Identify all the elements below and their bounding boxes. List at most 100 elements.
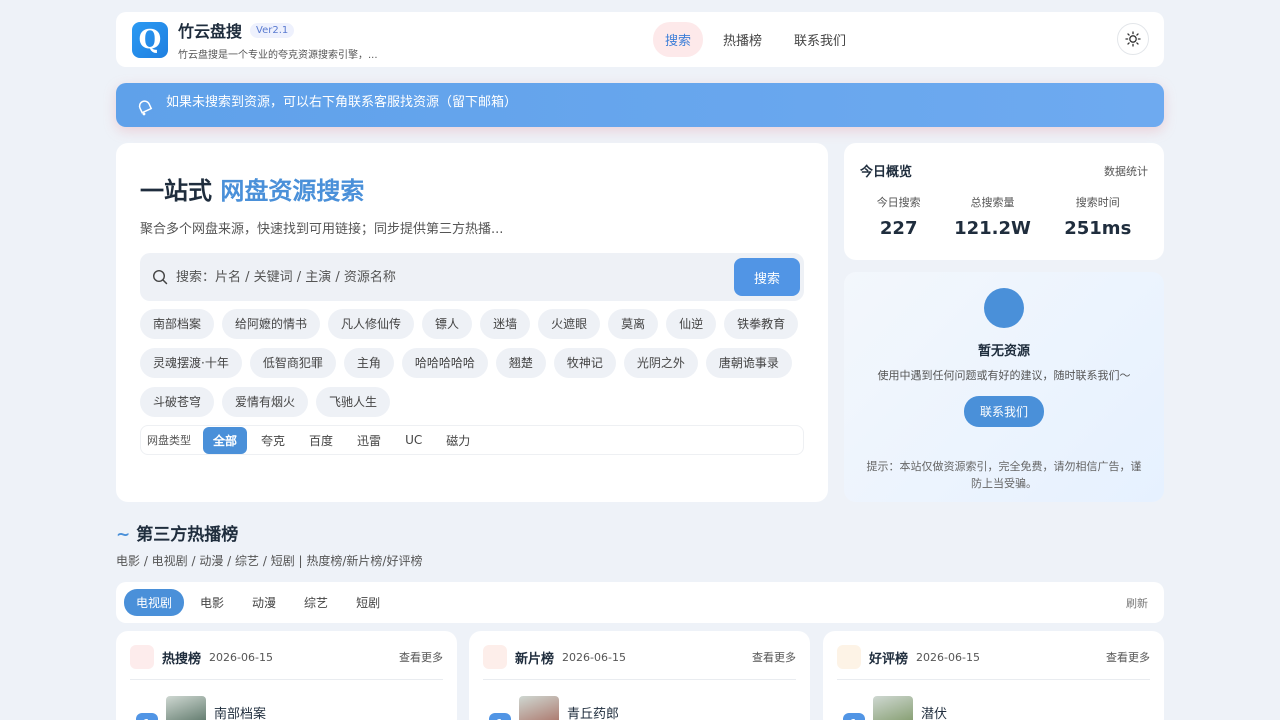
version-badge: Ver2.1 [250, 22, 295, 38]
hero-subtitle: 聚合多个网盘来源，快速找到可用链接；同步提供第三方热播... [140, 222, 504, 237]
keyword-tag[interactable]: 仙逆 [666, 309, 717, 339]
search-bar: 搜索 [140, 253, 804, 301]
stat-label: 总搜索量 [970, 196, 1015, 209]
keyword-tag[interactable]: 凡人修仙传 [328, 309, 415, 339]
hot-tab[interactable]: 短剧 [344, 589, 392, 616]
stat-search-time: 搜索时间 251ms [1064, 194, 1131, 239]
rank-board-header: 热搜榜 2026-06-15 查看更多 [130, 645, 443, 680]
brand-name[interactable]: 竹云盘搜 [178, 18, 242, 42]
brand-block: 竹云盘搜 Ver2.1 竹云盘搜是一个专业的夸克资源搜索引擎，... [178, 18, 378, 61]
nav-contact[interactable]: 联系我们 [782, 22, 858, 57]
keyword-tag[interactable]: 低智商犯罪 [249, 348, 336, 378]
board-icon [483, 645, 507, 669]
keyword-tag[interactable]: 爱情有烟火 [222, 387, 309, 417]
rank-number: 1 [136, 713, 158, 720]
keyword-tag[interactable]: 给阿嬷的情书 [222, 309, 321, 339]
keyword-tag[interactable]: 唐朝诡事录 [705, 348, 792, 378]
keyword-tag[interactable]: 牧神记 [553, 348, 616, 378]
bell-icon [138, 100, 153, 116]
contact-card: 暂无资源 使用中遇到任何问题或有好的建议，随时联系我们～ 联系我们 提示：本站仅… [844, 272, 1164, 502]
poster-image [519, 696, 559, 720]
hot-tab[interactable]: 电视剧 [124, 589, 185, 616]
poster-image [873, 696, 913, 720]
rank-board: 好评榜 2026-06-15 查看更多 1潜伏9.3 [823, 631, 1164, 720]
keyword-tag[interactable]: 火遮眼 [538, 309, 601, 339]
hot-tab[interactable]: 电影 [188, 589, 236, 616]
keyword-tag[interactable]: 灵魂摆渡·十年 [140, 348, 242, 378]
search-icon [152, 269, 168, 285]
board-icon [130, 645, 154, 669]
board-date: 2026-06-15 [209, 650, 273, 664]
rank-board-header: 好评榜 2026-06-15 查看更多 [837, 645, 1150, 680]
board-icon [837, 645, 861, 669]
poster-image [166, 696, 206, 720]
today-overview: 今日概览 数据统计 今日搜索 227 总搜索量 121.2W 搜索时间 251m… [844, 143, 1164, 260]
rank-list-item[interactable]: 1青丘药郎6 [483, 696, 796, 720]
keyword-tag[interactable]: 斗破苍穹 [140, 387, 215, 417]
disk-type-filter: 网盘类型 全部 夸克 百度 迅雷 UC 磁力 [140, 425, 804, 455]
disk-type-option[interactable]: 全部 [203, 426, 248, 454]
stat-total-searches: 总搜索量 121.2W [954, 194, 1031, 239]
rank-item-title: 南部档案 [214, 706, 267, 720]
board-title: 热搜榜 [162, 651, 202, 667]
hot-category-tabs: 电视剧 电影 动漫 综艺 短剧 刷新 [116, 582, 1164, 623]
rank-list-item[interactable]: 1潜伏9.3 [837, 696, 1150, 720]
stat-value: 251ms [1064, 218, 1132, 239]
main-nav: 搜索 热播榜 联系我们 [653, 22, 858, 57]
nav-search[interactable]: 搜索 [653, 22, 704, 57]
disk-type-option[interactable]: 百度 [299, 427, 343, 454]
keyword-tag[interactable]: 镖人 [422, 309, 473, 339]
rank-list-item[interactable]: 1南部档案1071482 [130, 696, 443, 720]
hero-title: 一站式 网盘资源搜索 [140, 171, 804, 206]
keyword-tag[interactable]: 迷墙 [480, 309, 531, 339]
keyword-tag[interactable]: 翘楚 [495, 348, 546, 378]
hero-title-plain: 一站式 [140, 177, 212, 205]
disk-type-option[interactable]: 迅雷 [347, 427, 391, 454]
disk-type-option[interactable]: 磁力 [436, 427, 480, 454]
keyword-tag[interactable]: 光阴之外 [623, 348, 698, 378]
search-input[interactable] [176, 269, 734, 285]
rank-number: 1 [843, 713, 865, 720]
search-panel: 一站式 网盘资源搜索 聚合多个网盘来源，快速找到可用链接；同步提供第三方热播..… [116, 143, 828, 502]
refresh-button[interactable]: 刷新 [1126, 595, 1148, 611]
board-title: 好评榜 [869, 651, 909, 667]
rank-board: 新片榜 2026-06-15 查看更多 1青丘药郎6 [469, 631, 810, 720]
hot-tab[interactable]: 综艺 [292, 589, 340, 616]
hero-title-highlight: 网盘资源搜索 [220, 177, 365, 205]
view-more-link[interactable]: 查看更多 [399, 649, 443, 665]
hot-section-title: ~ 第三方热播榜 [116, 520, 238, 545]
keyword-tag[interactable]: 飞驰人生 [316, 387, 391, 417]
disk-type-option[interactable]: UC [395, 428, 432, 452]
view-more-link[interactable]: 查看更多 [752, 649, 796, 665]
stats-row: 今日搜索 227 总搜索量 121.2W 搜索时间 251ms [860, 194, 1148, 239]
keyword-tag[interactable]: 哈哈哈哈哈 [401, 348, 488, 378]
top-header: Q 竹云盘搜 Ver2.1 竹云盘搜是一个专业的夸克资源搜索引擎，... 搜索 … [116, 12, 1164, 67]
nav-hot-list[interactable]: 热播榜 [711, 22, 774, 57]
contact-us-button[interactable]: 联系我们 [963, 396, 1044, 427]
search-button[interactable]: 搜索 [734, 258, 800, 296]
site-logo[interactable]: Q [132, 21, 168, 58]
stat-today-searches: 今日搜索 227 [877, 194, 921, 239]
theme-toggle-button[interactable] [1117, 23, 1149, 55]
hot-tab[interactable]: 动漫 [240, 589, 288, 616]
keyword-tag[interactable]: 铁拳教育 [724, 309, 799, 339]
avatar [984, 288, 1024, 328]
board-title: 新片榜 [515, 651, 555, 667]
keyword-tag[interactable]: 主角 [343, 348, 394, 378]
stat-value: 121.2W [954, 218, 1031, 239]
stats-link[interactable]: 数据统计 [1104, 163, 1148, 179]
keyword-tag[interactable]: 南部档案 [140, 309, 215, 339]
notice-text: 如果未搜索到资源，可以右下角联系客服找资源（留下邮箱） [166, 94, 518, 110]
rank-board-header: 新片榜 2026-06-15 查看更多 [483, 645, 796, 680]
notice-banner: 如果未搜索到资源，可以右下角联系客服找资源（留下邮箱） [116, 83, 1164, 127]
disk-type-option[interactable]: 夸克 [251, 427, 295, 454]
contact-description: 使用中遇到任何问题或有好的建议，随时联系我们～ [877, 369, 1131, 382]
board-date: 2026-06-15 [916, 650, 980, 664]
safety-tip: 提示：本站仅做资源索引，完全免费，请勿相信广告，谨防上当受骗。 [866, 460, 1142, 490]
sun-icon [1125, 31, 1141, 47]
view-more-link[interactable]: 查看更多 [1106, 649, 1150, 665]
overview-title: 今日概览 [860, 165, 913, 180]
board-date: 2026-06-15 [562, 650, 626, 664]
keyword-tag[interactable]: 莫离 [608, 309, 659, 339]
hot-section-subtitle: 电影 / 电视剧 / 动漫 / 综艺 / 短剧 | 热度榜/新片榜/好评榜 [116, 554, 423, 568]
